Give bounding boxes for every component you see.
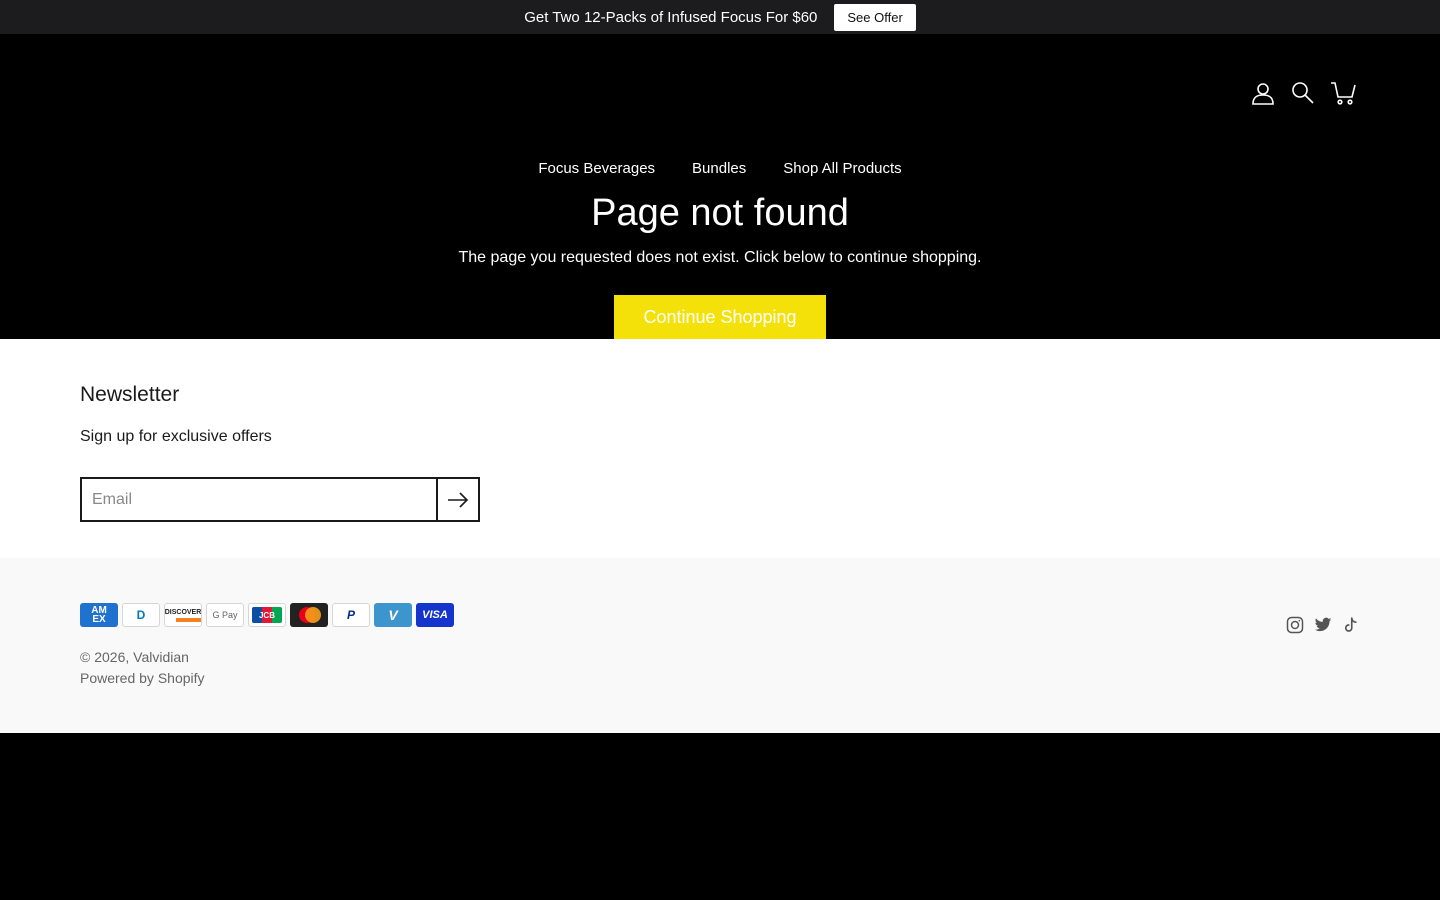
cart-icon[interactable] xyxy=(1330,80,1356,106)
brand-link[interactable]: Valvidian xyxy=(133,649,189,665)
discover-icon: DISCOVER xyxy=(164,603,202,627)
nav-item-focus-beverages[interactable]: Focus Beverages xyxy=(538,160,655,177)
see-offer-button[interactable]: See Offer xyxy=(834,3,916,31)
nav-item-shop-all-products[interactable]: Shop All Products xyxy=(783,160,901,177)
announcement-bar: Get Two 12-Packs of Infused Focus For $6… xyxy=(0,0,1440,34)
continue-shopping-button[interactable]: Continue Shopping xyxy=(614,295,826,339)
google-pay-icon: G Pay xyxy=(206,603,244,627)
announcement-message: Get Two 12-Packs of Infused Focus For $6… xyxy=(524,8,818,26)
powered-by-link[interactable]: Powered by Shopify xyxy=(80,670,205,686)
newsletter-form xyxy=(80,477,480,522)
newsletter-heading: Newsletter xyxy=(80,383,180,406)
mastercard-icon xyxy=(290,603,328,627)
main-nav: Focus Beverages Bundles Shop All Product… xyxy=(0,160,1440,177)
venmo-icon: V xyxy=(374,603,412,627)
account-icon[interactable] xyxy=(1250,80,1276,106)
footer: AM EX D DISCOVER G Pay JCB P V VISA © 20… xyxy=(0,558,1440,733)
newsletter-section: Newsletter Sign up for exclusive offers xyxy=(0,339,1440,558)
arrow-right-icon xyxy=(447,491,469,508)
instagram-icon[interactable] xyxy=(1286,616,1304,634)
twitter-icon[interactable] xyxy=(1314,616,1332,634)
page-title: Page not found xyxy=(591,192,849,234)
paypal-icon: P xyxy=(332,603,370,627)
page-message: The page you requested does not exist. C… xyxy=(458,249,982,266)
copyright: © 2026, Valvidian Powered by Shopify xyxy=(80,647,205,689)
newsletter-submit-button[interactable] xyxy=(436,477,480,522)
diners-club-icon: D xyxy=(122,603,160,627)
header-icons xyxy=(1250,80,1356,106)
amex-icon: AM EX xyxy=(80,603,118,627)
jcb-icon: JCB xyxy=(248,603,286,627)
copyright-prefix: © 2026, xyxy=(80,649,130,665)
nav-item-bundles[interactable]: Bundles xyxy=(692,160,746,177)
search-icon[interactable] xyxy=(1290,80,1316,106)
social-links xyxy=(1286,616,1360,634)
tiktok-icon[interactable] xyxy=(1342,616,1360,634)
payment-methods: AM EX D DISCOVER G Pay JCB P V VISA xyxy=(80,603,454,627)
visa-icon: VISA xyxy=(416,603,454,627)
newsletter-subheading: Sign up for exclusive offers xyxy=(80,428,272,445)
email-input[interactable] xyxy=(80,477,436,522)
